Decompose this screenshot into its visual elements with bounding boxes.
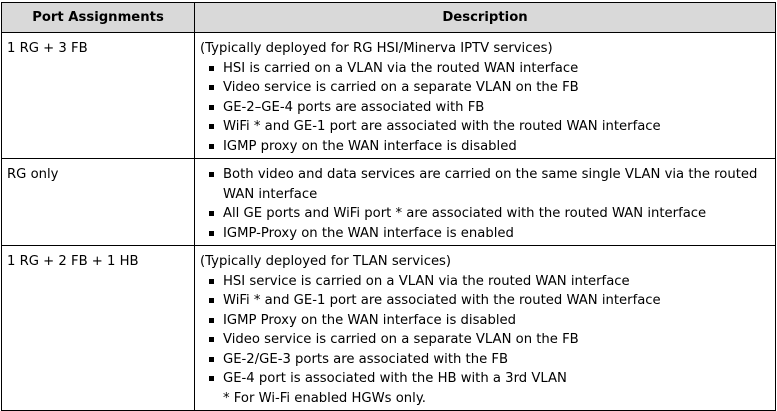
table-row: 1 RG + 2 FB + 1 HB (Typically deployed f… (1, 245, 776, 411)
port-cell: RG only (1, 158, 195, 246)
list-item: WiFi * and GE-1 port are associated with… (199, 291, 771, 311)
list-item-text: All GE ports and WiFi port * are associa… (223, 206, 707, 221)
description-header: Description (194, 2, 776, 33)
square-bullet-icon (209, 65, 214, 71)
port-cell: 1 RG + 2 FB + 1 HB (1, 245, 195, 411)
list-item: IGMP-Proxy on the WAN interface is enabl… (199, 224, 771, 244)
description-cell: (Typically deployed for TLAN services) H… (194, 245, 776, 411)
port-assignment-text: 1 RG + 3 FB (7, 41, 88, 56)
table-header-row: Port Assignments Description (1, 2, 776, 33)
description-cell: Both video and data services are carried… (194, 158, 776, 246)
bullet-list: HSI is carried on a VLAN via the routed … (199, 59, 771, 157)
footnote: * For Wi-Fi enabled HGWs only. (223, 390, 426, 406)
list-item: GE-4 port is associated with the HB with… (199, 369, 771, 389)
square-bullet-icon (209, 104, 214, 110)
description-cell: (Typically deployed for RG HSI/Minerva I… (194, 32, 776, 159)
port-cell: 1 RG + 3 FB (1, 32, 195, 159)
list-item-text: WiFi * and GE-1 port are associated with… (223, 293, 661, 308)
description-intro: (Typically deployed for RG HSI/Minerva I… (200, 41, 553, 56)
table-row: RG only Both video and data services are… (1, 158, 776, 246)
list-item-text: IGMP Proxy on the WAN interface is disab… (223, 312, 517, 328)
square-bullet-icon (209, 337, 214, 342)
square-bullet-icon (209, 211, 214, 216)
list-item-text: Both video and data services are carried… (223, 167, 758, 202)
list-item-text: GE-4 port is associated with the HB with… (223, 371, 567, 386)
list-item-text: HSI is carried on a VLAN via the routed … (223, 60, 579, 76)
list-item: Video service is carried on a separate V… (199, 330, 771, 350)
port-assignments-header: Port Assignments (1, 2, 195, 33)
list-item-text: Video service is carried on a separate V… (223, 80, 579, 95)
list-item-text: WiFi * and GE-1 port are associated with… (223, 119, 661, 134)
square-bullet-icon (209, 298, 214, 303)
list-item: IGMP proxy on the WAN interface is disab… (199, 137, 771, 157)
list-item-text: Video service is carried on a separate V… (223, 332, 579, 347)
list-item: HSI is carried on a VLAN via the routed … (199, 59, 771, 79)
list-item: HSI service is carried on a VLAN via the… (199, 272, 771, 292)
description-intro: (Typically deployed for TLAN services) (200, 254, 452, 269)
list-item-text: GE-2–GE-4 ports are associated with FB (223, 99, 485, 115)
list-item: IGMP Proxy on the WAN interface is disab… (199, 311, 771, 331)
port-assignment-text: RG only (7, 167, 59, 182)
list-item-text: IGMP proxy on the WAN interface is disab… (223, 138, 517, 154)
list-item: GE-2/GE-3 ports are associated with the … (199, 350, 771, 370)
list-item: Video service is carried on a separate V… (199, 78, 771, 98)
list-item: WiFi * and GE-1 port are associated with… (199, 117, 771, 137)
square-bullet-icon (209, 85, 214, 90)
bullet-list: Both video and data services are carried… (199, 165, 771, 243)
list-item: Both video and data services are carried… (199, 165, 771, 204)
square-bullet-icon (209, 278, 214, 284)
square-bullet-icon (209, 356, 214, 362)
square-bullet-icon (209, 317, 214, 323)
square-bullet-icon (209, 376, 214, 381)
list-item-text: HSI service is carried on a VLAN via the… (223, 273, 630, 289)
square-bullet-icon (209, 230, 214, 236)
list-item: All GE ports and WiFi port * are associa… (199, 204, 771, 224)
list-item: GE-2–GE-4 ports are associated with FB (199, 98, 771, 118)
bullet-list: HSI service is carried on a VLAN via the… (199, 272, 771, 389)
list-item-text: IGMP-Proxy on the WAN interface is enabl… (223, 225, 514, 241)
square-bullet-icon (209, 124, 214, 129)
table-row: 1 RG + 3 FB (Typically deployed for RG H… (1, 32, 776, 159)
square-bullet-icon (209, 143, 214, 149)
list-item-text: GE-2/GE-3 ports are associated with the … (223, 351, 509, 367)
port-assignments-table: Port Assignments Description 1 RG + 3 FB… (1, 2, 776, 411)
port-assignment-text: 1 RG + 2 FB + 1 HB (7, 254, 139, 269)
square-bullet-icon (209, 172, 214, 177)
